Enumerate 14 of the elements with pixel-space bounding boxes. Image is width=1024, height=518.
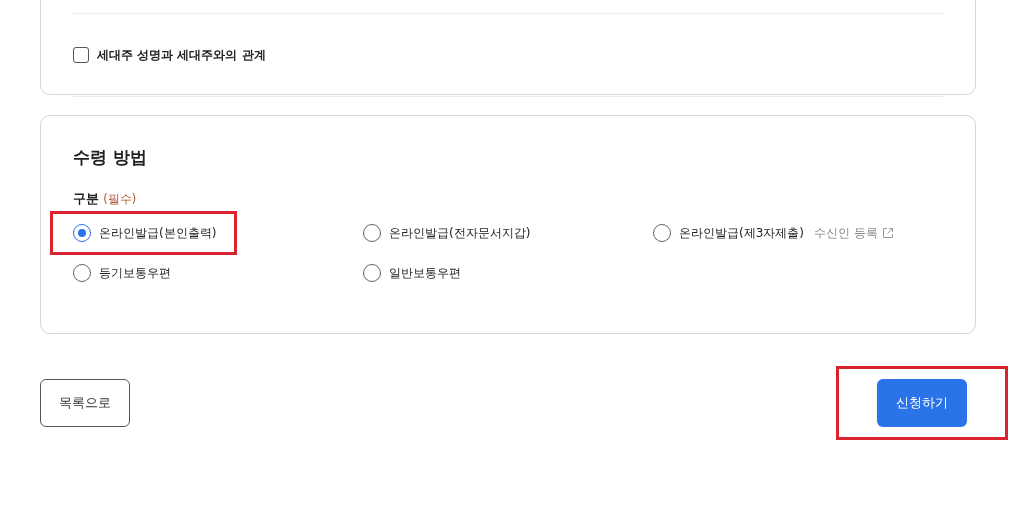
checkbox[interactable] xyxy=(73,47,89,63)
radio-label: 온라인발급(본인출력) xyxy=(99,224,217,242)
submit-button[interactable]: 신청하기 xyxy=(877,379,967,427)
required-tag: (필수) xyxy=(103,192,137,206)
back-button[interactable]: 목록으로 xyxy=(40,379,130,427)
field-label: 구분 xyxy=(73,191,99,206)
radio-label: 온라인발급(전자문서지갑) xyxy=(389,224,531,242)
external-link-icon xyxy=(881,227,894,239)
radio-label: 일반보통우편 xyxy=(389,264,461,282)
recipient-link[interactable]: 수신인 등록 xyxy=(814,225,878,241)
checkbox-label: 세대주 성명과 세대주와의 관계 xyxy=(97,46,266,64)
radio-label: 온라인발급(제3자제출) xyxy=(679,224,804,242)
section-title: 수령 방법 xyxy=(73,146,148,169)
radio-label: 등기보통우편 xyxy=(99,264,171,282)
